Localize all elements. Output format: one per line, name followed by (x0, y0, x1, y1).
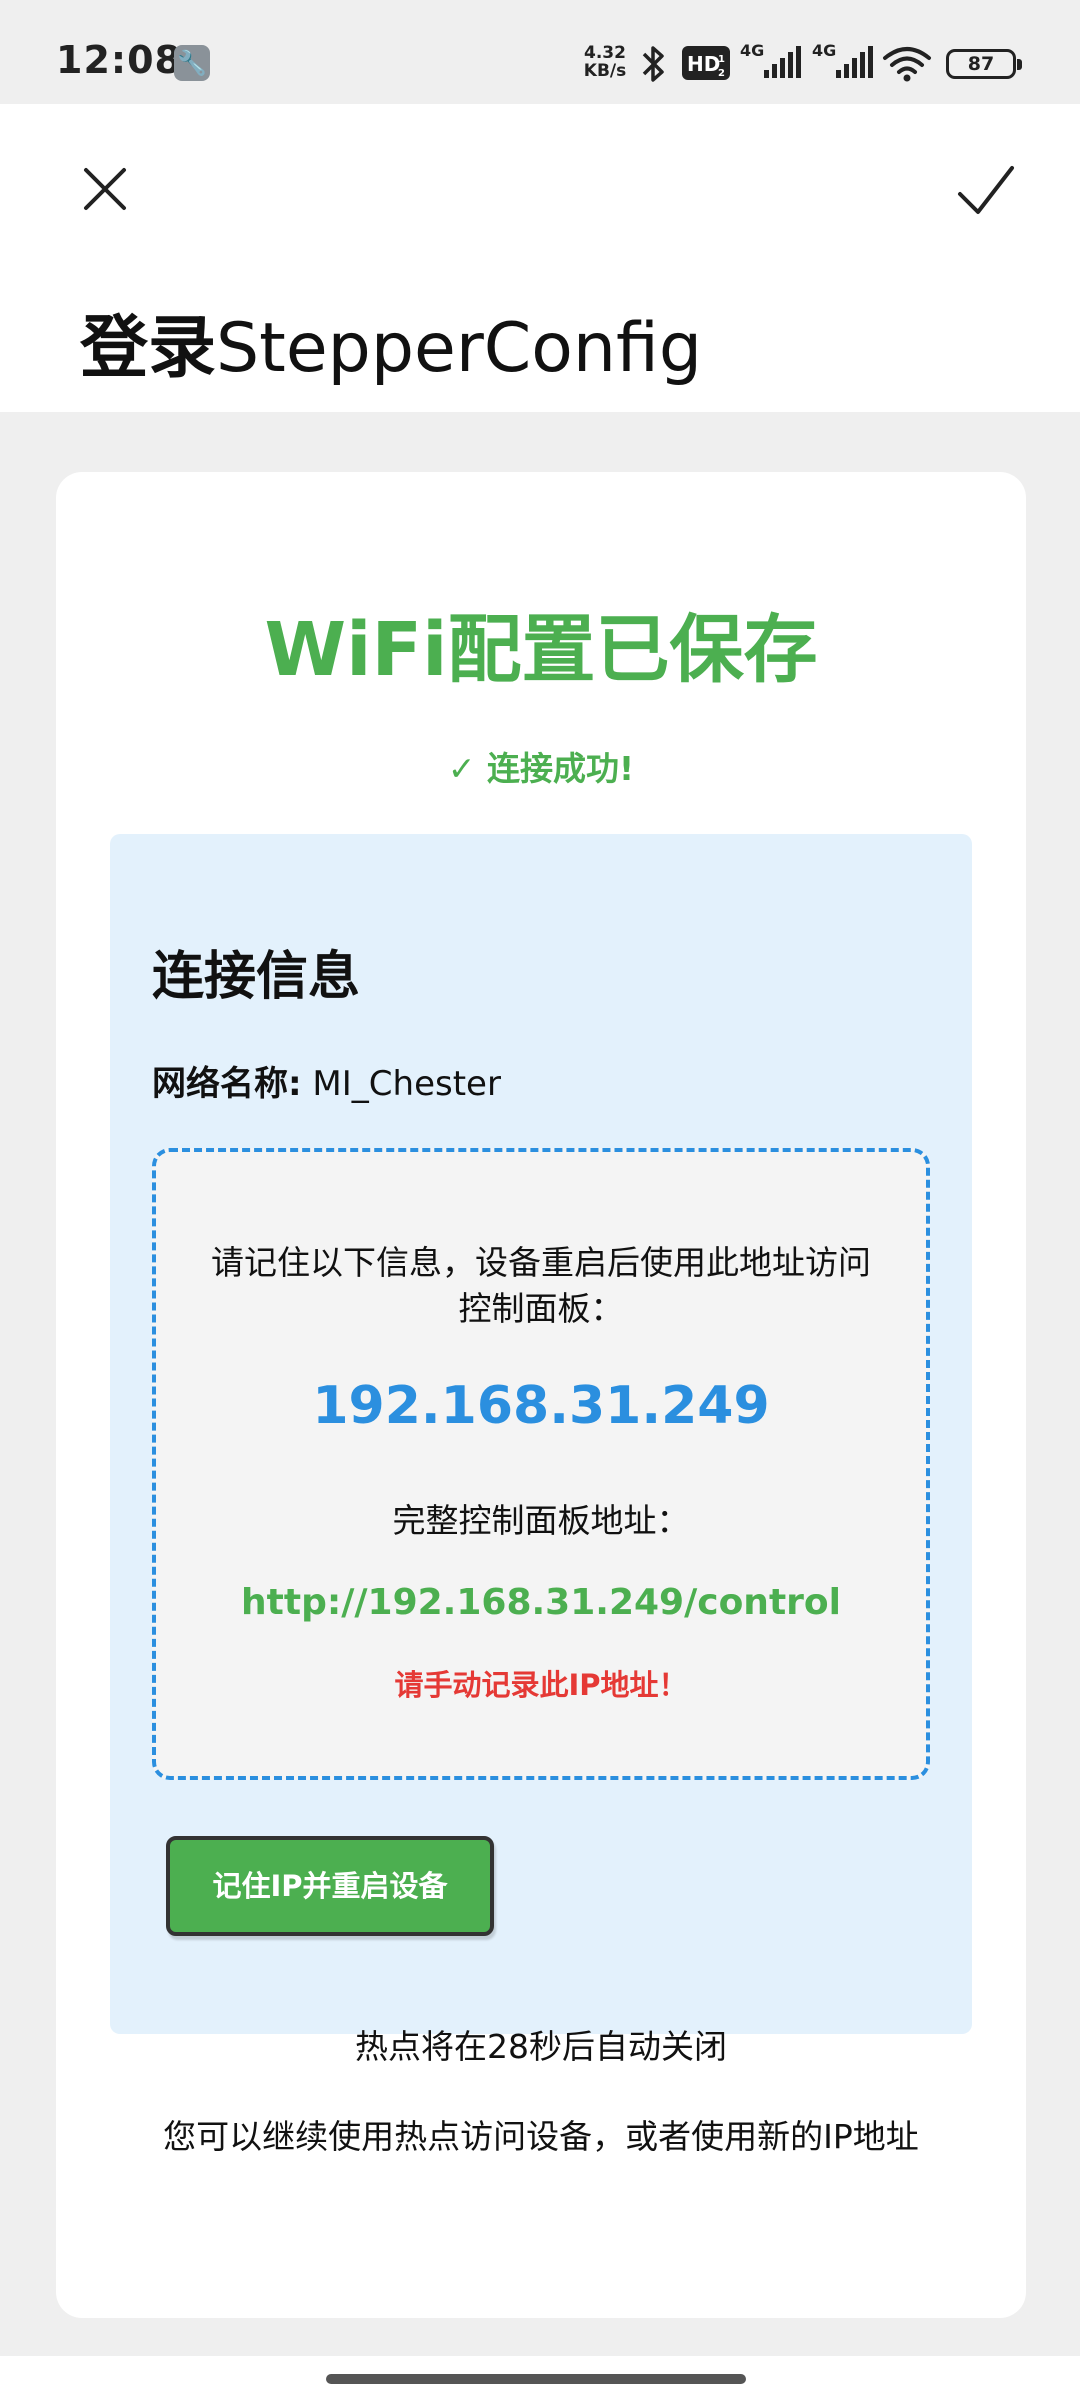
page-title-cn: 登录 (80, 309, 217, 388)
ip-address: 192.168.31.249 (312, 1376, 770, 1436)
svg-text:4G: 4G (740, 41, 764, 60)
svg-text:4G: 4G (812, 41, 836, 60)
wifi-icon (883, 47, 931, 82)
svg-text:1: 1 (718, 54, 725, 65)
svg-text:HD: HD (687, 52, 720, 76)
connection-info-heading: 连接信息 (152, 947, 361, 1007)
cellular-signal-icon: 4G (740, 41, 801, 78)
page-title-en: StepperConfig (216, 309, 702, 388)
network-speed-unit: KB/s (583, 61, 627, 81)
bluetooth-icon (642, 46, 664, 82)
hd-icon: HD 1 2 (682, 46, 730, 80)
header: 登录StepperConfig (0, 104, 1080, 412)
navigation-bar (0, 2356, 1080, 2400)
network-speed: 4.32 KB/s (580, 44, 630, 80)
svg-text:2: 2 (718, 68, 725, 79)
wrench-icon: 🔧 (174, 45, 210, 81)
close-button[interactable] (66, 150, 146, 230)
connection-info-panel: 连接信息 网络名称: MI_Chester 请记住以下信息，设备重启后使用此地址… (110, 834, 972, 2034)
page-title: 登录StepperConfig (80, 292, 702, 391)
battery-icon: 87 (946, 49, 1022, 79)
hotspot-countdown-text: 热点将在28秒后自动关闭 (355, 2027, 727, 2066)
status-time: 12:08 (56, 38, 182, 82)
home-indicator[interactable] (326, 2374, 746, 2384)
ssid-label: 网络名称: (152, 1064, 302, 1104)
connection-success-text: ✓ 连接成功! (447, 749, 635, 788)
close-icon (84, 168, 126, 210)
remember-ip-restart-button[interactable]: 记住IP并重启设备 (166, 1836, 494, 1936)
full-url-label: 完整控制面板地址： (392, 1501, 690, 1540)
check-icon (958, 166, 1014, 214)
cellular-signal-2-icon: 4G (812, 41, 873, 78)
confirm-button[interactable] (946, 150, 1026, 230)
ssid-value: MI_Chester (301, 1064, 501, 1104)
control-panel-link[interactable]: http://192.168.31.249/control (156, 1582, 926, 1623)
record-ip-warning: 请手动记录此IP地址！ (394, 1668, 688, 1702)
ssid-line: 网络名称: MI_Chester (152, 1056, 501, 1105)
ip-info-box: 请记住以下信息，设备重启后使用此地址访问控制面板： 192.168.31.249… (152, 1148, 930, 1780)
hotspot-hint-text: 您可以继续使用热点访问设备，或者使用新的IP地址 (163, 2117, 919, 2156)
config-card: WiFi配置已保存 ✓ 连接成功! 连接信息 网络名称: MI_Chester … (56, 472, 1026, 2318)
status-bar: 12:08 🔧 4.32 KB/s HD 1 2 4G 4G 87 (0, 0, 1080, 104)
network-speed-value: 4.32 (584, 43, 626, 63)
wifi-saved-title: WiFi配置已保存 (264, 607, 818, 693)
ip-remember-note: 请记住以下信息，设备重启后使用此地址访问控制面板： (211, 1243, 871, 1328)
